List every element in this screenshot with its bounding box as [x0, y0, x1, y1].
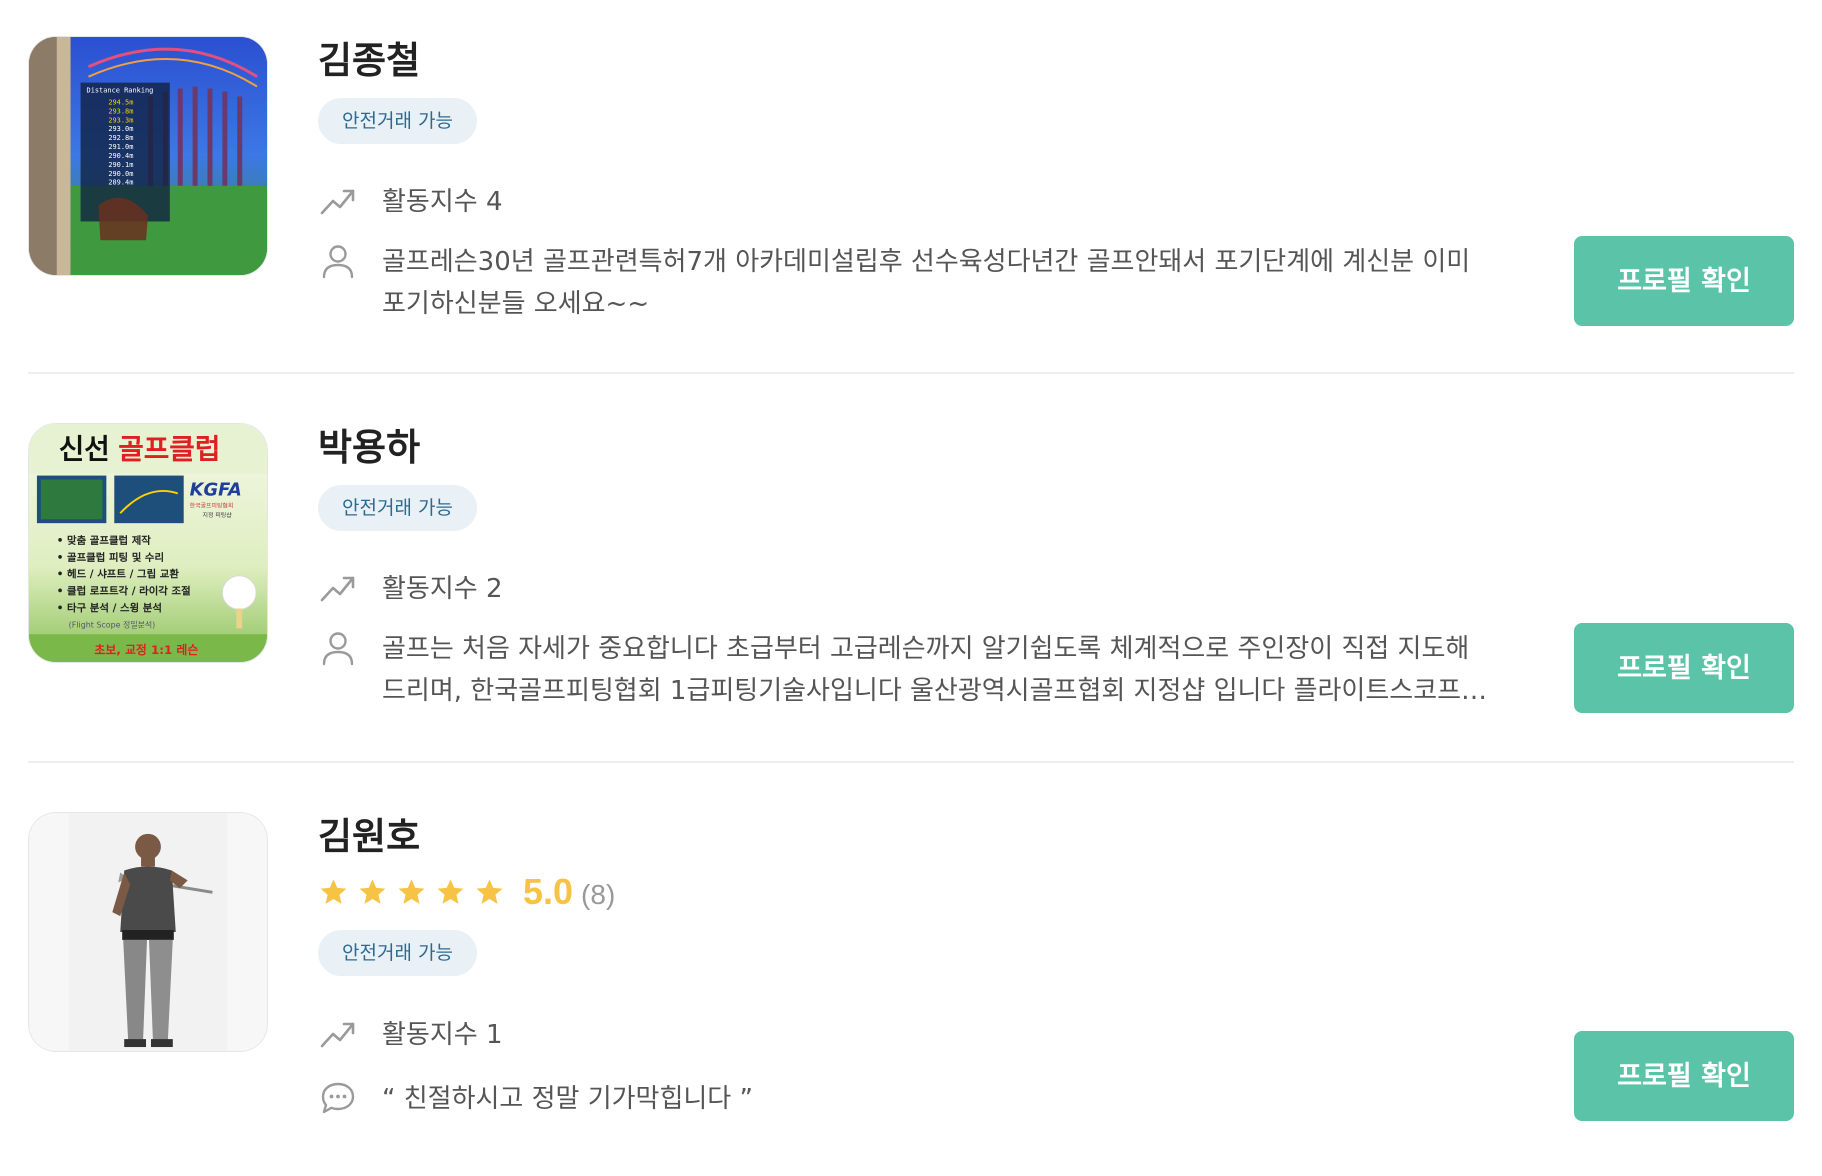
activity-score: 활동지수 1: [382, 1020, 503, 1050]
expert-name[interactable]: 박용하: [318, 417, 420, 471]
star-icon: [320, 878, 347, 904]
image-text: Distance Ranking: [87, 87, 154, 95]
image-text: 한국골프피팅협회: [190, 501, 234, 509]
activity-score: 활동지수 2: [382, 574, 503, 604]
safe-trade-badge: 안전거래 가능: [318, 930, 477, 976]
image-text: • 헤드 / 샤프트 / 그립 교환: [57, 568, 180, 581]
image-text: • 골프클럽 피팅 및 수리: [57, 551, 164, 564]
image-text: 294.5m: [108, 98, 133, 106]
expert-card[interactable]: 김원호 5.0 (8) 안전거래 가능 활동지수 1 “ 친절하시고 정말 기가…: [28, 812, 1794, 1152]
image-text: 290.1m: [108, 161, 133, 169]
expert-intro: 골프는 처음 자세가 중요합니다 초급부터 고급레슨까지 알기쉽도록 체계적으로…: [382, 634, 1470, 706]
image-text: 골프클럽: [118, 433, 220, 466]
rating: 5.0 (8): [318, 870, 615, 914]
image-text: 293.0m: [108, 125, 133, 133]
image-text: 290.4m: [108, 152, 133, 160]
review-row: “ 친절하시고 정말 기가막힙니다 ”: [318, 1078, 753, 1120]
profile-check-button[interactable]: 프로필 확인: [1574, 236, 1794, 326]
image-text: 293.8m: [108, 107, 133, 115]
expert-card[interactable]: Distance Ranking 294.5m 293.8m 293.3m 29…: [28, 36, 1794, 374]
image-text: 291.0m: [108, 143, 133, 151]
intro-row: 골프레슨30년 골프관련특허7개 아카데미설립후 선수육성다년간 골프안돼서 포…: [318, 241, 1492, 325]
rating-value: 5.0: [523, 871, 574, 912]
image-text: • 타구 분석 / 스윙 분석: [57, 601, 162, 614]
trending-up-icon: [318, 1014, 358, 1054]
activity-score: 활동지수 4: [382, 187, 503, 217]
star-icon: [359, 878, 386, 904]
expert-photo[interactable]: 신선 골프클럽 KGFA 한국골프피팅협회 지정 피팅샵 • 맞춤 골프클럽 제…: [28, 423, 268, 663]
user-icon: [318, 628, 358, 668]
safe-trade-badge: 안전거래 가능: [318, 98, 477, 144]
image-text: 292.8m: [108, 134, 133, 142]
image-text: 290.0m: [108, 170, 133, 178]
activity-row: 활동지수 1: [318, 1014, 503, 1056]
review-quote: “ 친절하시고 정말 기가막힙니다 ”: [382, 1084, 753, 1114]
user-icon: [318, 241, 358, 281]
safe-trade-badge: 안전거래 가능: [318, 485, 477, 531]
image-text: 289.4m: [108, 179, 133, 187]
review-count: (8): [581, 879, 616, 910]
image-text: KGFA: [190, 479, 242, 500]
rating-stars: [318, 877, 505, 908]
profile-check-button[interactable]: 프로필 확인: [1574, 623, 1794, 713]
star-icon: [437, 878, 464, 904]
image-text: (Flight Scope 정밀분석): [69, 619, 156, 629]
expert-card[interactable]: 신선 골프클럽 KGFA 한국골프피팅협회 지정 피팅샵 • 맞춤 골프클럽 제…: [28, 423, 1794, 763]
expert-photo[interactable]: Distance Ranking 294.5m 293.8m 293.3m 29…: [28, 36, 268, 276]
profile-check-button[interactable]: 프로필 확인: [1574, 1031, 1794, 1121]
image-text: 지정 피팅샵: [203, 511, 233, 519]
star-icon: [476, 878, 503, 904]
image-text: 초보, 교정 1:1 레슨: [94, 643, 198, 657]
activity-row: 활동지수 2: [318, 568, 503, 610]
image-text: 293.3m: [108, 116, 133, 124]
trending-up-icon: [318, 181, 358, 221]
image-text: 신선: [59, 433, 110, 466]
expert-list: Distance Ranking 294.5m 293.8m 293.3m 29…: [0, 0, 1822, 1176]
expert-name[interactable]: 김원호: [318, 806, 420, 860]
expert-intro: 골프레슨30년 골프관련특허7개 아카데미설립후 선수육성다년간 골프안돼서 포…: [382, 247, 1471, 319]
trending-up-icon: [318, 568, 358, 608]
expert-name[interactable]: 김종철: [318, 30, 420, 84]
image-text: • 맞춤 골프클럽 제작: [57, 534, 152, 547]
expert-photo[interactable]: [28, 812, 268, 1052]
intro-row: 골프는 처음 자세가 중요합니다 초급부터 고급레슨까지 알기쉽도록 체계적으로…: [318, 628, 1492, 712]
chat-bubble-icon: [318, 1078, 358, 1118]
activity-row: 활동지수 4: [318, 181, 503, 223]
star-icon: [398, 878, 425, 904]
image-text: • 클럽 로프트각 / 라이각 조절: [57, 585, 191, 598]
